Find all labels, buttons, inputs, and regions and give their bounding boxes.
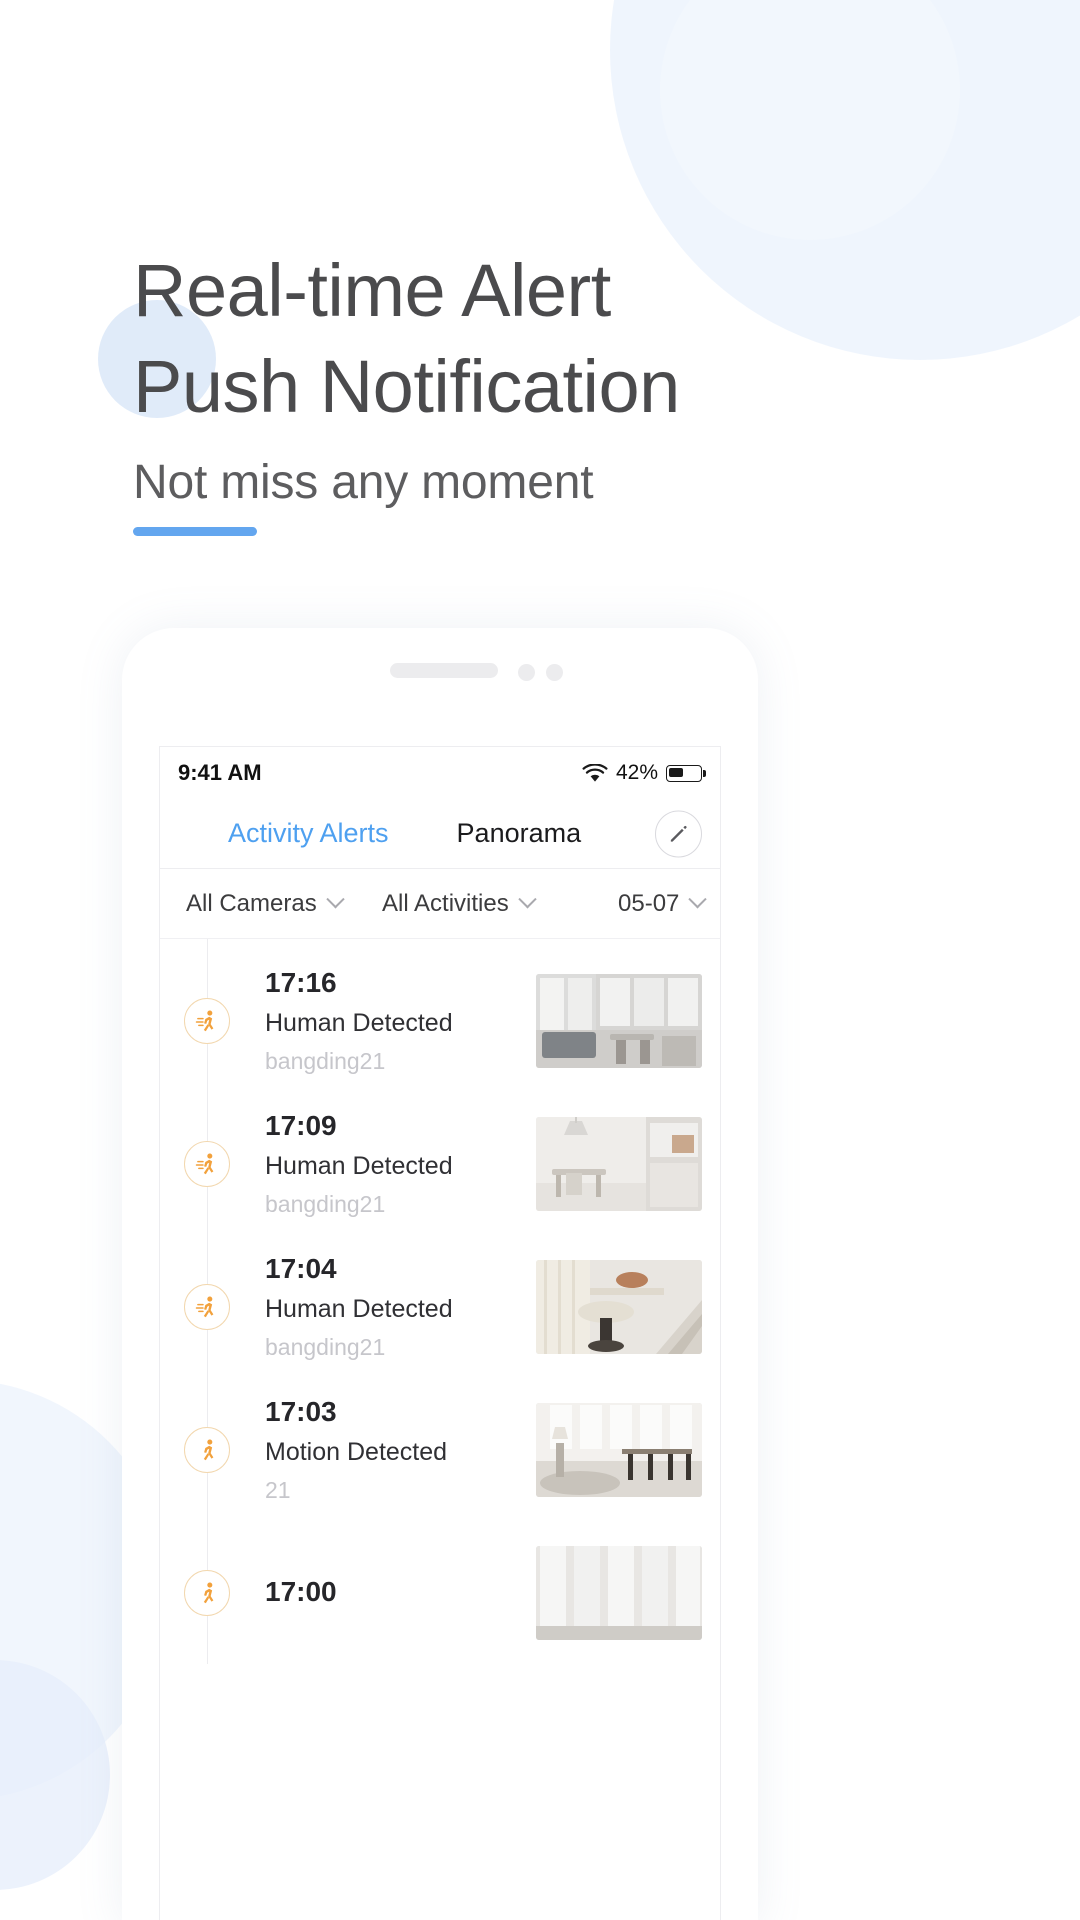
page-root: Real-time Alert Push Notification Not mi… (0, 0, 1080, 1920)
filter-all-cameras[interactable]: All Cameras (186, 890, 382, 918)
table-row[interactable]: 17:04 Human Detected bangding21 (160, 1235, 720, 1378)
table-row[interactable]: 17:00 (160, 1521, 720, 1664)
status-bar-time: 9:41 AM (178, 760, 262, 785)
hero-accent-underline (133, 527, 257, 536)
table-row[interactable]: 17:09 Human Detected bangding21 (160, 1092, 720, 1235)
hero-subtitle: Not miss any moment (133, 456, 594, 509)
pencil-icon (670, 825, 687, 842)
filter-all-cameras-label: All Cameras (186, 889, 317, 917)
human-walking-icon (184, 1426, 230, 1473)
tab-bar: Activity Alerts Panorama (160, 799, 720, 869)
alert-camera: bangding21 (265, 1333, 386, 1360)
alert-type: Human Detected (265, 1294, 453, 1323)
phone-mockup: 9:41 AM 42% Activity Alerts Panorama All… (122, 628, 758, 1920)
phone-top-bezel (122, 628, 758, 746)
alert-thumbnail[interactable] (536, 973, 702, 1068)
hero-title-line-1: Real-time Alert (133, 249, 611, 332)
alert-thumbnail[interactable] (536, 1402, 702, 1497)
alert-details: 17:03 Motion Detected 21 (265, 1393, 536, 1507)
wifi-icon (582, 763, 608, 782)
edit-button[interactable] (655, 810, 702, 857)
chevron-down-icon (326, 890, 345, 909)
battery-percent-label: 42% (615, 761, 658, 784)
alert-type: Motion Detected (265, 1437, 448, 1466)
table-row[interactable]: 17:03 Motion Detected 21 (160, 1378, 720, 1521)
filter-all-activities-label: All Activities (382, 889, 509, 917)
activity-alert-list[interactable]: 17:16 Human Detected bangding21 17:09 Hu… (160, 939, 720, 1664)
alert-details: 17:09 Human Detected bangding21 (265, 1107, 536, 1221)
alert-thumbnail[interactable] (536, 1545, 702, 1640)
alert-camera: 21 (265, 1476, 291, 1503)
phone-speaker (390, 663, 498, 678)
phone-screen: 9:41 AM 42% Activity Alerts Panorama All… (159, 746, 721, 1920)
background-blob-bottom-left-2 (0, 1660, 110, 1890)
hero-section: Real-time Alert Push Notification Not mi… (133, 243, 973, 536)
human-walking-icon (184, 1283, 230, 1330)
filter-all-activities[interactable]: All Activities (382, 890, 582, 918)
tab-panorama[interactable]: Panorama (457, 818, 582, 849)
battery-fill (669, 767, 683, 777)
phone-sensor-dot (518, 664, 535, 681)
alert-type: Human Detected (265, 1008, 453, 1037)
alert-details: 17:04 Human Detected bangding21 (265, 1250, 536, 1364)
human-walking-icon (184, 1569, 230, 1616)
filter-bar: All Cameras All Activities 05-07 (160, 869, 720, 939)
alert-type: Human Detected (265, 1151, 453, 1180)
alert-details: 17:00 (265, 1573, 536, 1613)
phone-camera-dot (546, 664, 563, 681)
background-blob-top-right-2 (660, 0, 960, 240)
alert-time: 17:00 (265, 1575, 337, 1607)
human-walking-icon (184, 997, 230, 1044)
alert-thumbnail[interactable] (536, 1116, 702, 1211)
status-bar: 9:41 AM 42% (160, 747, 720, 799)
alert-details: 17:16 Human Detected bangding21 (265, 964, 536, 1078)
alert-camera: bangding21 (265, 1190, 386, 1217)
alert-time: 17:09 (265, 1109, 337, 1141)
alert-camera: bangding21 (265, 1047, 386, 1074)
filter-date-label: 05-07 (618, 889, 680, 917)
hero-title-line-2: Push Notification (133, 345, 680, 428)
table-row[interactable]: 17:16 Human Detected bangding21 (160, 949, 720, 1092)
status-bar-indicators: 42% (582, 761, 706, 785)
chevron-down-icon (688, 890, 708, 909)
human-walking-icon (184, 1140, 230, 1187)
alert-thumbnail[interactable] (536, 1259, 702, 1354)
filter-date[interactable]: 05-07 (618, 889, 708, 918)
alert-time: 17:03 (265, 1395, 337, 1427)
alert-time: 17:04 (265, 1252, 337, 1284)
chevron-down-icon (518, 890, 537, 909)
tab-activity-alerts[interactable]: Activity Alerts (228, 818, 389, 849)
alert-time: 17:16 (265, 966, 337, 998)
battery-icon (666, 764, 706, 782)
